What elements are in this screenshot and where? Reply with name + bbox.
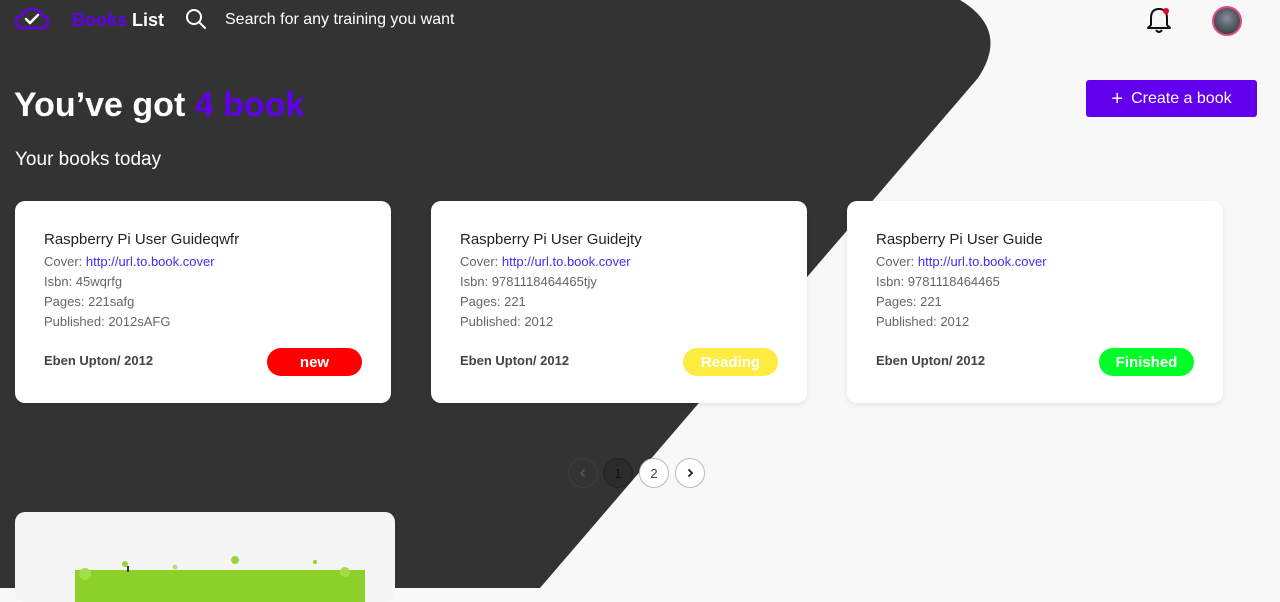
page-subtitle: Your books today bbox=[15, 149, 162, 170]
book-isbn: Isbn: 45wqrfg bbox=[44, 274, 123, 289]
chevron-right-icon bbox=[687, 468, 694, 478]
cover-link[interactable]: http://url.to.book.cover bbox=[502, 254, 631, 269]
book-title: Raspberry Pi User Guideqwfr bbox=[44, 231, 240, 248]
next-page-button[interactable] bbox=[675, 458, 705, 488]
book-cover: Cover: http://url.to.book.cover bbox=[460, 254, 631, 269]
book-card[interactable]: Raspberry Pi User Guideqwfr Cover: http:… bbox=[15, 201, 391, 403]
book-card[interactable]: Raspberry Pi User Guidejty Cover: http:/… bbox=[431, 201, 807, 403]
book-published: Published: 2012 bbox=[460, 314, 554, 329]
avatar[interactable] bbox=[1212, 6, 1242, 36]
book-isbn: Isbn: 9781118464465 bbox=[876, 274, 1000, 289]
chevron-left-icon bbox=[579, 468, 586, 478]
prev-page-button[interactable] bbox=[568, 458, 598, 488]
brand-part-books: Books bbox=[72, 10, 128, 30]
book-count: 4 book bbox=[194, 86, 305, 124]
book-card[interactable]: Raspberry Pi User Guide Cover: http://ur… bbox=[847, 201, 1223, 403]
brand-title[interactable]: Books List bbox=[72, 10, 164, 31]
book-author: Eben Upton/ 2012 bbox=[44, 353, 154, 368]
status-badge[interactable]: Reading bbox=[683, 348, 778, 376]
search-icon[interactable] bbox=[185, 8, 207, 30]
book-title: Raspberry Pi User Guidejty bbox=[460, 231, 642, 248]
book-published: Published: 2012sAFG bbox=[44, 314, 171, 329]
book-pages: Pages: 221 bbox=[460, 294, 526, 309]
create-book-label: Create a book bbox=[1131, 89, 1232, 107]
page-button-2[interactable]: 2 bbox=[639, 458, 669, 488]
page-title: You’ve got 4 book bbox=[14, 86, 304, 125]
page-button-1[interactable]: 1 bbox=[603, 458, 633, 488]
status-badge[interactable]: new bbox=[267, 348, 362, 376]
brand-part-list: List bbox=[132, 10, 165, 30]
book-author: Eben Upton/ 2012 bbox=[876, 353, 986, 368]
cover-link[interactable]: http://url.to.book.cover bbox=[918, 254, 1047, 269]
headline-prefix: You’ve got bbox=[14, 86, 186, 124]
book-isbn: Isbn: 9781118464465tjy bbox=[460, 274, 597, 289]
book-cover: Cover: http://url.to.book.cover bbox=[44, 254, 215, 269]
book-cover-image bbox=[75, 556, 365, 602]
cloud-check-icon[interactable] bbox=[14, 5, 50, 33]
status-badge[interactable]: Finished bbox=[1099, 348, 1194, 376]
book-cover: Cover: http://url.to.book.cover bbox=[876, 254, 1047, 269]
bell-icon[interactable] bbox=[1145, 5, 1173, 35]
book-card-cover-preview[interactable] bbox=[15, 512, 395, 602]
book-author: Eben Upton/ 2012 bbox=[460, 353, 570, 368]
create-book-button[interactable]: + Create a book bbox=[1086, 80, 1257, 117]
book-pages: Pages: 221safg bbox=[44, 294, 135, 309]
top-bar: Books List Search for any training you w… bbox=[0, 0, 1280, 42]
plus-icon: + bbox=[1111, 87, 1124, 110]
book-pages: Pages: 221 bbox=[876, 294, 942, 309]
search-input[interactable]: Search for any training you want bbox=[225, 11, 454, 29]
book-published: Published: 2012 bbox=[876, 314, 970, 329]
cover-link[interactable]: http://url.to.book.cover bbox=[86, 254, 215, 269]
book-title: Raspberry Pi User Guide bbox=[876, 231, 1043, 248]
notification-dot bbox=[1163, 8, 1169, 14]
